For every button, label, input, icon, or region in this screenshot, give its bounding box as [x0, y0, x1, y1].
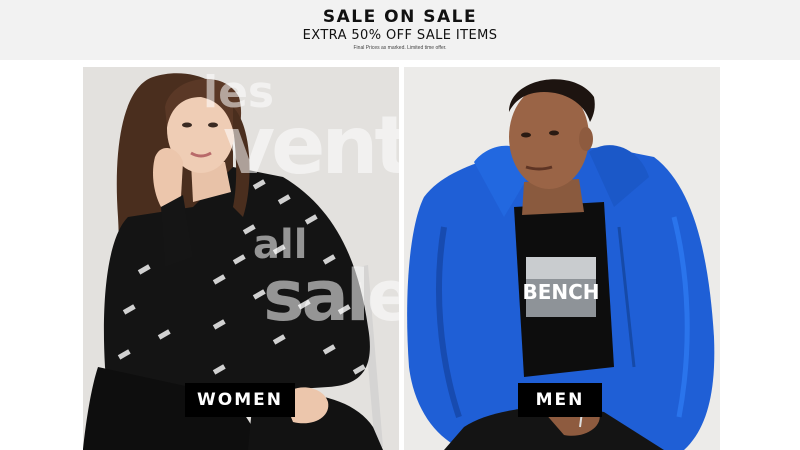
banner-fineprint: Final Prices as marked. Limited time off… — [353, 45, 447, 51]
men-category-tile[interactable]: BENCH MEN — [404, 67, 720, 450]
men-label[interactable]: MEN — [518, 383, 602, 417]
banner-subtitle: EXTRA 50% OFF SALE ITEMS — [302, 28, 498, 43]
banner-title: SALE ON SALE — [322, 7, 478, 27]
promo-banner[interactable]: SALE ON SALE EXTRA 50% OFF SALE ITEMS Fi… — [0, 0, 800, 60]
women-label[interactable]: WOMEN — [185, 383, 295, 417]
women-category-tile[interactable]: les ventes all sales WOMEN — [83, 67, 399, 450]
shirt-print-text: BENCH — [522, 280, 599, 304]
